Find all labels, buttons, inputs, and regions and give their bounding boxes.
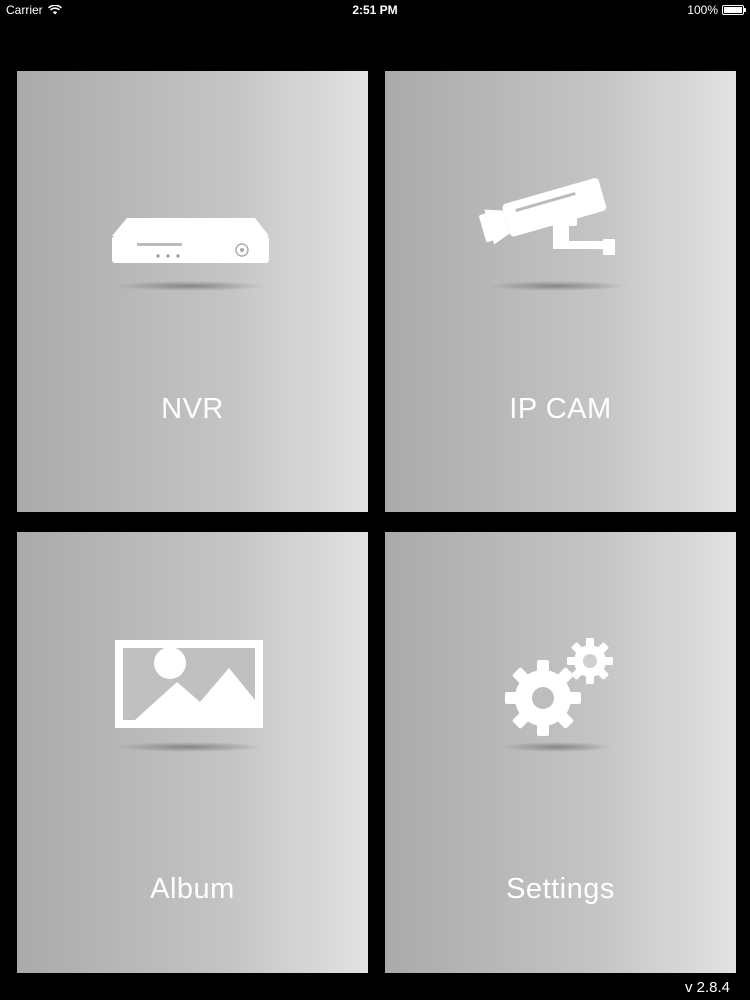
image-icon (114, 640, 264, 752)
gears-icon (502, 638, 613, 752)
nvr-label: NVR (161, 393, 224, 425)
nvr-tile[interactable]: NVR (17, 71, 368, 512)
album-tile[interactable]: Album (17, 532, 368, 973)
status-time: 2:51 PM (352, 3, 398, 17)
ip-cam-label: IP CAM (509, 393, 612, 425)
battery-icon (722, 5, 746, 15)
large-gear-icon (505, 660, 581, 736)
status-right: 100% (687, 3, 746, 17)
battery-fill (724, 7, 742, 13)
ip-cam-tile[interactable]: IP CAM (385, 71, 736, 512)
settings-tile[interactable]: Settings (385, 532, 736, 973)
battery-percentage: 100% (687, 3, 718, 17)
security-camera-icon (479, 178, 627, 291)
status-bar: Carrier 2:51 PM 100% (0, 0, 750, 20)
album-label: Album (150, 873, 235, 905)
small-gear-icon (567, 638, 613, 684)
settings-label: Settings (506, 873, 615, 905)
app-version: v 2.8.4 (684, 979, 730, 996)
nvr-device-icon (112, 218, 269, 291)
